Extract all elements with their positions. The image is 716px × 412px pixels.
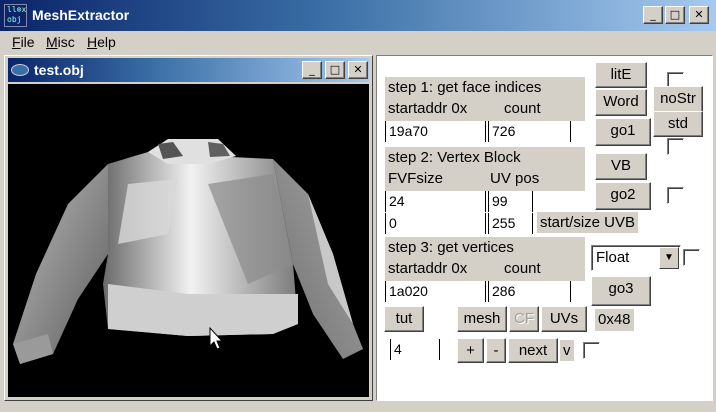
- status-bar: [0, 401, 716, 412]
- v-label: v: [560, 340, 574, 361]
- step3-group: step 3: get vertices startaddr 0x count: [385, 237, 585, 281]
- tut-button[interactable]: tut: [384, 306, 424, 332]
- lite-button[interactable]: litE: [595, 62, 647, 88]
- step1-title: step 1: get face indices: [388, 79, 542, 96]
- child-minimize-button[interactable]: _: [302, 61, 322, 79]
- next-button[interactable]: next: [508, 338, 558, 363]
- go3-button[interactable]: go3: [591, 276, 651, 306]
- mesh-view-window: test.obj _ □ ✕: [4, 55, 373, 401]
- step3-addr-input[interactable]: 1a020: [385, 281, 486, 302]
- step1-addr-input[interactable]: 19a70: [385, 121, 486, 142]
- step2-fvf-label: FVFsize: [388, 170, 444, 187]
- v-checkbox[interactable]: [583, 342, 600, 359]
- maximize-button[interactable]: □: [665, 6, 685, 24]
- step2-title: step 2: Vertex Block: [388, 149, 521, 166]
- child-close-button[interactable]: ✕: [348, 61, 368, 79]
- minus-button[interactable]: -: [486, 338, 506, 363]
- document-icon[interactable]: [11, 64, 29, 76]
- step1-addr-label: startaddr 0x: [388, 100, 468, 117]
- uvb-start-input[interactable]: 0: [385, 213, 486, 234]
- child-title-bar[interactable]: test.obj _ □ ✕: [8, 58, 369, 82]
- vb-button[interactable]: VB: [595, 153, 647, 180]
- uvb-label: start/size UVB: [537, 212, 639, 233]
- dropdown-arrow-icon[interactable]: ▼: [659, 247, 679, 269]
- go1-button[interactable]: go1: [595, 118, 651, 146]
- std-checkbox[interactable]: [667, 138, 684, 155]
- go2-checkbox[interactable]: [667, 187, 684, 204]
- step1-count-label: count: [504, 100, 541, 117]
- 3d-viewport[interactable]: [8, 84, 369, 397]
- step2-uv-label: UV pos: [490, 170, 540, 187]
- step3-title: step 3: get vertices: [388, 239, 514, 256]
- main-title-bar[interactable]: ll⊗x obj MeshExtractor _ □ ✕: [0, 0, 716, 31]
- step3-count-input[interactable]: 286: [488, 281, 571, 302]
- hex-readout: 0x48: [595, 309, 634, 331]
- app-icon[interactable]: ll⊗x obj: [4, 4, 27, 27]
- mesh-render: [13, 139, 363, 364]
- step2-group: step 2: Vertex Block FVFsize UV pos: [385, 147, 585, 191]
- uvb-size-input[interactable]: 255: [488, 213, 533, 234]
- vertex-format-select[interactable]: Float ▼: [591, 245, 681, 271]
- menu-misc[interactable]: Misc: [46, 34, 75, 50]
- std-button[interactable]: std: [653, 111, 703, 137]
- step1-count-input[interactable]: 726: [488, 121, 571, 142]
- fvf-size-input[interactable]: 24: [385, 191, 486, 212]
- nostr-button[interactable]: noStr: [653, 86, 703, 113]
- step3-addr-label: startaddr 0x: [388, 260, 468, 277]
- menu-help[interactable]: Help: [87, 34, 116, 50]
- child-title: test.obj: [34, 62, 84, 78]
- index-input[interactable]: 4: [390, 339, 440, 360]
- minimize-button[interactable]: _: [643, 6, 663, 24]
- step3-count-label: count: [504, 260, 541, 277]
- menu-file[interactable]: File: [12, 34, 35, 50]
- format-checkbox[interactable]: [683, 249, 700, 266]
- close-button[interactable]: ✕: [689, 6, 709, 24]
- go2-button[interactable]: go2: [595, 182, 651, 210]
- word-button[interactable]: Word: [595, 89, 647, 116]
- menu-bar: File Misc Help: [0, 31, 716, 53]
- plus-button[interactable]: +: [457, 338, 484, 363]
- child-maximize-button[interactable]: □: [325, 61, 345, 79]
- step1-group: step 1: get face indices startaddr 0x co…: [385, 77, 585, 121]
- mesh-button[interactable]: mesh: [457, 306, 507, 332]
- app-title: MeshExtractor: [32, 7, 130, 23]
- vertex-format-value: Float: [596, 249, 630, 266]
- uvs-button[interactable]: UVs: [541, 306, 587, 332]
- cf-button[interactable]: CF: [509, 306, 539, 332]
- control-panel: step 1: get face indices startaddr 0x co…: [376, 55, 713, 401]
- uv-pos-input[interactable]: 99: [488, 191, 533, 212]
